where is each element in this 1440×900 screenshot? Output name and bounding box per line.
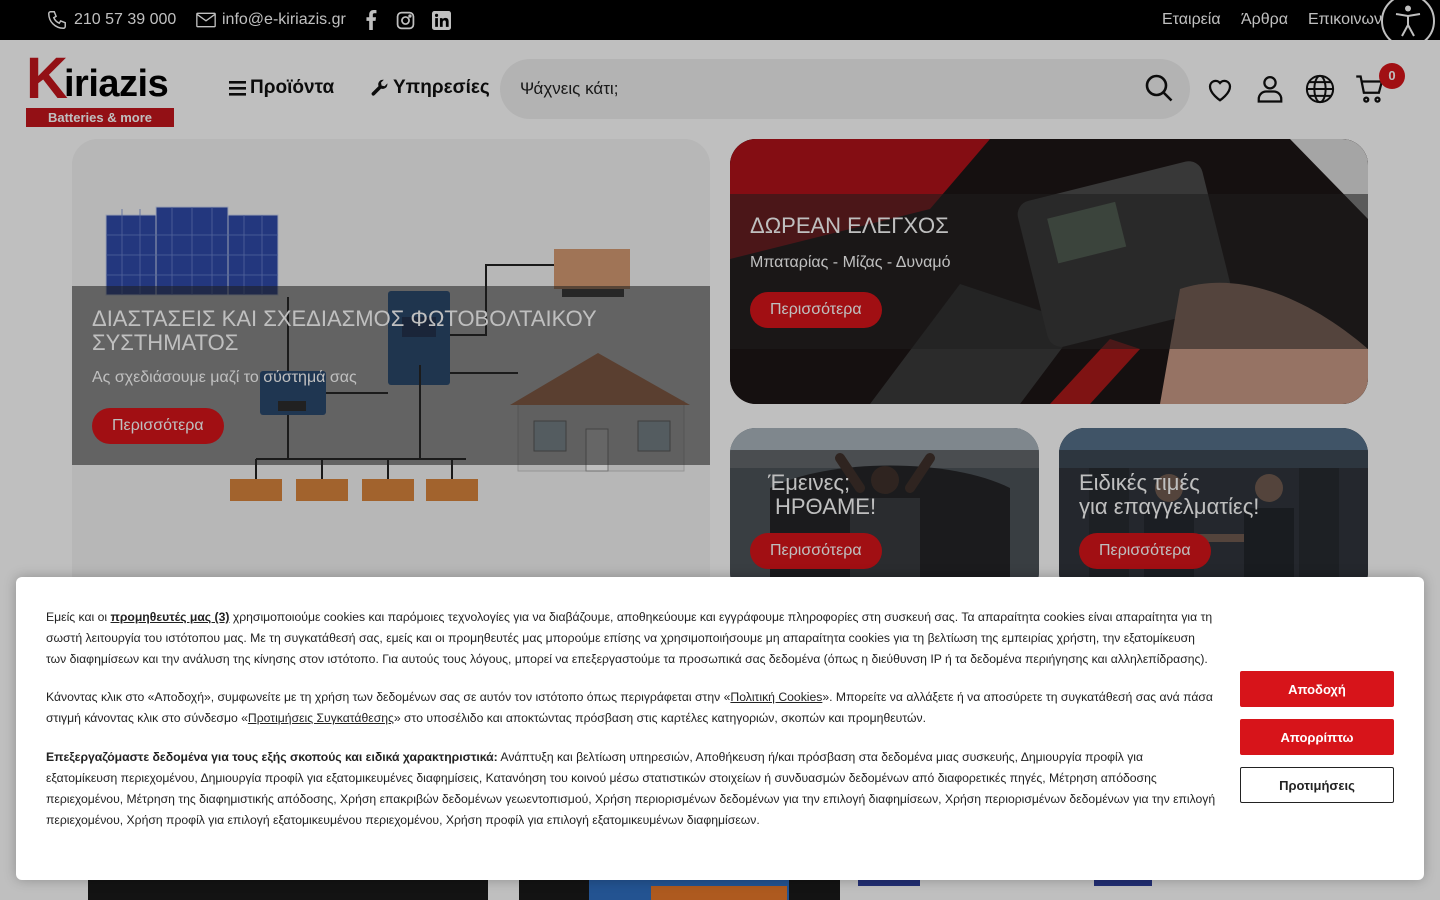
instagram-icon bbox=[396, 11, 415, 29]
accessibility-icon bbox=[1395, 5, 1421, 37]
logo-k: K bbox=[26, 46, 68, 111]
cookie-text-intro: Εμείς και οι προμηθευτές μας (3) χρησιμο… bbox=[46, 610, 1213, 666]
free-check-banner[interactable]: ΔΩΡΕΑΝ ΕΛΕΓΧΟΣ Μπαταρίας - Μίζας - Δυναμ… bbox=[730, 139, 1368, 404]
services-label: Υπηρεσίες bbox=[393, 77, 490, 98]
search-box bbox=[500, 59, 1190, 119]
roadside-title-line2: ΗΡΘΑΜΕ! bbox=[775, 494, 877, 519]
services-menu[interactable]: Υπηρεσίες bbox=[370, 76, 490, 100]
cart-count-badge: 0 bbox=[1379, 63, 1405, 89]
solar-banner[interactable]: ΔΙΑΣΤΑΣΕΙΣ ΚΑΙ ΣΧΕΔΙΑΣΜΟΣ ΦΩΤΟΒΟΛΤΑΙΚΟΥ … bbox=[72, 139, 710, 599]
phone-number: 210 57 39 000 bbox=[74, 11, 177, 28]
email-link[interactable]: info@e-kiriazis.gr bbox=[196, 0, 346, 40]
user-icon bbox=[1257, 76, 1283, 103]
free-check-button[interactable]: Περισσότερα bbox=[750, 292, 882, 328]
free-check-subtitle: Μπαταρίας - Μίζας - Δυναμό bbox=[750, 254, 951, 271]
logo-wordmark: iriazis bbox=[64, 63, 169, 105]
cookie-consent-dialog: Εμείς και οι προμηθευτές μας (3) χρησιμο… bbox=[16, 577, 1424, 880]
solar-banner-button[interactable]: Περισσότερα bbox=[92, 408, 224, 444]
roadside-banner[interactable]: Έμεινες; ΗΡΘΑΜΕ! Περισσότερα bbox=[730, 428, 1039, 598]
phone-icon bbox=[48, 11, 66, 29]
b2b-button[interactable]: Περισσότερα bbox=[1079, 533, 1211, 569]
roadside-button[interactable]: Περισσότερα bbox=[750, 533, 882, 569]
language-button[interactable] bbox=[1305, 74, 1337, 106]
main-header: K iriazis Batteries & more Προϊόντα Υπηρ… bbox=[0, 40, 1440, 138]
account-button[interactable] bbox=[1255, 74, 1287, 106]
search-icon bbox=[1145, 74, 1173, 102]
cookie-policy-link[interactable]: Πολιτική Cookies bbox=[730, 690, 822, 704]
top-bar: 210 57 39 000 info@e-kiriazis.gr Εταιρεί… bbox=[0, 0, 1440, 48]
logo-tagline: Batteries & more bbox=[26, 108, 174, 127]
nav-articles[interactable]: Άρθρα bbox=[1241, 0, 1288, 40]
globe-icon bbox=[1305, 74, 1335, 104]
solar-banner-title: ΔΙΑΣΤΑΣΕΙΣ ΚΑΙ ΣΧΕΔΙΑΣΜΟΣ ΦΩΤΟΒΟΛΤΑΙΚΟΥ … bbox=[92, 306, 597, 355]
b2b-title-line1: Ειδικές τιμές bbox=[1079, 470, 1200, 495]
b2b-title-line2: για επαγγελματίες! bbox=[1079, 494, 1260, 519]
mail-icon bbox=[196, 12, 216, 28]
wishlist-button[interactable] bbox=[1205, 74, 1237, 106]
vendors-link[interactable]: προμηθευτές μας (3) bbox=[111, 610, 230, 624]
nav-company[interactable]: Εταιρεία bbox=[1162, 0, 1221, 40]
linkedin-link[interactable] bbox=[432, 0, 457, 40]
instagram-link[interactable] bbox=[396, 0, 421, 40]
wrench-icon bbox=[371, 79, 388, 96]
reject-button[interactable]: Απορρίπτω bbox=[1240, 719, 1394, 755]
email-address: info@e-kiriazis.gr bbox=[222, 11, 346, 28]
accept-button[interactable]: Αποδοχή bbox=[1240, 671, 1394, 707]
products-menu[interactable]: Προϊόντα bbox=[229, 76, 334, 100]
roadside-title-line1: Έμεινες; bbox=[768, 470, 851, 495]
heart-icon bbox=[1208, 79, 1232, 102]
b2b-banner[interactable]: Ειδικές τιμές για επαγγελματίες! Περισσό… bbox=[1059, 428, 1368, 598]
cookie-text-purposes: Επεξεργαζόμαστε δεδομένα για τους εξής σ… bbox=[46, 750, 1216, 827]
facebook-link[interactable] bbox=[364, 0, 384, 40]
product-image-2[interactable] bbox=[519, 878, 840, 900]
preferences-button[interactable]: Προτιμήσεις bbox=[1240, 767, 1394, 803]
facebook-icon bbox=[366, 10, 377, 30]
free-check-title: ΔΩΡΕΑΝ ΕΛΕΓΧΟΣ bbox=[750, 213, 949, 238]
products-label: Προϊόντα bbox=[250, 77, 335, 98]
consent-preferences-link[interactable]: Προτιμήσεις Συγκατάθεσης bbox=[248, 711, 394, 725]
search-input[interactable] bbox=[520, 59, 1120, 119]
menu-icon bbox=[229, 80, 246, 96]
search-button[interactable] bbox=[1144, 73, 1176, 105]
product-image-1[interactable] bbox=[88, 878, 488, 900]
phone-link[interactable]: 210 57 39 000 bbox=[46, 0, 176, 40]
solar-banner-subtitle: Ας σχεδιάσουμε μαζί το σύστημά σας bbox=[92, 369, 357, 386]
cookie-text-consent: Κάνοντας κλικ στο «Αποδοχή», συμφωνείτε … bbox=[46, 690, 1213, 725]
linkedin-icon bbox=[432, 10, 451, 30]
logo[interactable]: K iriazis Batteries & more bbox=[26, 46, 174, 127]
